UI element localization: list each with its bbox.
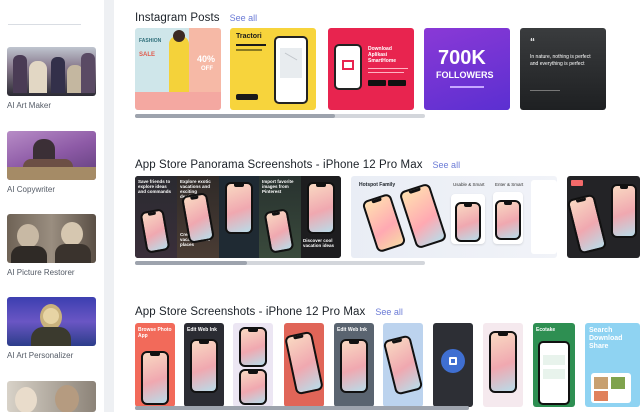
- phone-mockup: [398, 182, 448, 250]
- bubble-label: Enter & Smart: [495, 182, 524, 187]
- sidebar-item-ai-art-maker[interactable]: AI Art Maker: [7, 47, 96, 110]
- download-headline: Download Aplikasi SmartHome: [368, 46, 397, 64]
- app-store-screenshots-row: Browse Photo App Edit Web Ink Edit Web I…: [135, 323, 640, 407]
- template-card-screenshot[interactable]: [383, 323, 423, 407]
- template-card-panorama-light[interactable]: Hotspot Family Usable & Smart Enter & Sm…: [351, 176, 557, 258]
- section-title: App Store Screenshots - iPhone 12 Pro Ma…: [135, 306, 366, 318]
- phone-mockup: [225, 182, 253, 234]
- portrait-thumbnail: [7, 381, 96, 412]
- panel-caption: Save friends to explore ideas and comman…: [138, 179, 172, 194]
- template-card-quote[interactable]: “ In nature, nothing is perfect and ever…: [520, 28, 606, 110]
- bubble-label: Usable & Smart: [453, 182, 485, 187]
- phone-mockup: [141, 351, 169, 405]
- ai-copywriter-thumbnail: [7, 131, 96, 180]
- template-card-panorama-dark[interactable]: Save friends to explore ideas and comman…: [135, 176, 341, 258]
- sidebar-item-portrait[interactable]: [7, 381, 96, 412]
- template-card-screenshot[interactable]: Edit Web Ink: [334, 323, 374, 407]
- panorama-scrollbar[interactable]: [135, 261, 425, 265]
- see-all-link[interactable]: See all: [230, 13, 258, 23]
- phone-mockup: [307, 182, 335, 234]
- app-store-screenshots-scrollbar[interactable]: [135, 406, 469, 410]
- phone-mockup: [239, 327, 267, 367]
- phone-mockup: [495, 200, 521, 240]
- phone-mockup: [239, 369, 267, 405]
- section-header: App Store Panorama Screenshots - iPhone …: [135, 155, 460, 173]
- panel-caption: Import favorite images from Pinterest: [262, 179, 294, 194]
- panorama-screenshots-row: Save friends to explore ideas and comman…: [135, 176, 640, 260]
- ai-picture-restorer-thumbnail: [7, 214, 96, 263]
- phone-mockup: [340, 339, 368, 393]
- quote-mark-icon: “: [530, 37, 535, 48]
- template-card-panorama-partial[interactable]: [567, 176, 640, 258]
- phone-mockup: [361, 192, 407, 254]
- sidebar-item-ai-picture-restorer[interactable]: AI Picture Restorer: [7, 214, 96, 277]
- template-card-screenshot[interactable]: [233, 323, 273, 407]
- followers-count: 700K: [438, 47, 486, 69]
- see-all-link[interactable]: See all: [433, 160, 461, 170]
- instagram-posts-row: FASHION SALE 40% OFF Tractori Download A…: [135, 28, 640, 112]
- scroll-thumb[interactable]: [135, 406, 469, 410]
- screenshot-caption: Browse Photo App: [138, 327, 172, 339]
- template-card-screenshot[interactable]: Browse Photo App: [135, 323, 175, 407]
- phone-mockup: [489, 331, 517, 393]
- sidebar-item-ai-art-personalizer[interactable]: AI Art Personalizer: [7, 297, 96, 360]
- sidebar: AI Art Maker AI Copywriter AI Picture Re…: [0, 0, 104, 412]
- sidebar-item-ai-copywriter[interactable]: AI Copywriter: [7, 131, 96, 194]
- sidebar-item-label: AI Picture Restorer: [7, 268, 75, 277]
- screenshot-caption: Edit Web Ink: [337, 327, 367, 333]
- section-header: Instagram Posts See all: [135, 8, 257, 26]
- template-card-screenshot[interactable]: [284, 323, 324, 407]
- phone-mockup: [383, 334, 423, 396]
- scroll-thumb[interactable]: [135, 261, 247, 265]
- sale-label: SALE: [139, 52, 156, 58]
- phone-mockup: [567, 193, 608, 255]
- quote-text: In nature, nothing is perfect and everyt…: [530, 54, 591, 67]
- panel-caption: Discover cool vacation ideas: [303, 238, 335, 248]
- instagram-posts-scrollbar[interactable]: [135, 114, 425, 118]
- template-gallery: Instagram Posts See all FASHION SALE 40% …: [114, 0, 640, 412]
- sidebar-divider: [8, 24, 81, 25]
- sidebar-gutter: [104, 0, 114, 412]
- discount-value: 40%: [197, 54, 216, 64]
- template-card-screenshot[interactable]: Search Download Share: [585, 323, 640, 407]
- followers-label: FOLLOWERS: [436, 70, 494, 80]
- ai-art-maker-thumbnail: [7, 47, 96, 96]
- template-card-screenshot[interactable]: [433, 323, 473, 407]
- template-card-fashion-sale[interactable]: FASHION SALE 40% OFF: [135, 28, 221, 110]
- sidebar-item-label: AI Art Maker: [7, 101, 52, 110]
- phone-mockup: [611, 184, 637, 238]
- sidebar-item-label: AI Art Personalizer: [7, 351, 74, 360]
- section-title: Instagram Posts: [135, 12, 220, 24]
- discount-off: OFF: [201, 66, 213, 72]
- scroll-thumb[interactable]: [135, 114, 335, 118]
- fashion-tag: FASHION: [139, 38, 162, 44]
- section-title: App Store Panorama Screenshots - iPhone …: [135, 159, 423, 171]
- template-card-tractori[interactable]: Tractori: [230, 28, 316, 110]
- phone-mockup: [455, 202, 481, 242]
- template-card-screenshot[interactable]: [483, 323, 523, 407]
- phone-mockup: [190, 339, 218, 393]
- template-card-download-app[interactable]: Download Aplikasi SmartHome: [328, 28, 414, 110]
- template-card-screenshot[interactable]: Edit Web Ink: [184, 323, 224, 407]
- sidebar-item-label: AI Copywriter: [7, 185, 56, 194]
- screenshot-caption: Edit Web Ink: [187, 327, 217, 333]
- hotspot-title: Hotspot Family: [359, 182, 396, 188]
- ai-art-personalizer-thumbnail: [7, 297, 96, 346]
- section-header: App Store Screenshots - iPhone 12 Pro Ma…: [135, 302, 403, 320]
- see-all-link[interactable]: See all: [375, 307, 403, 317]
- phone-mockup: [284, 330, 324, 396]
- tractori-brand: Tractori: [236, 33, 262, 40]
- template-card-followers[interactable]: 700K FOLLOWERS: [424, 28, 510, 110]
- template-card-screenshot[interactable]: Ecotake: [533, 323, 575, 407]
- screenshot-caption: Search Download Share: [589, 327, 623, 350]
- screenshot-caption: Ecotake: [536, 327, 556, 333]
